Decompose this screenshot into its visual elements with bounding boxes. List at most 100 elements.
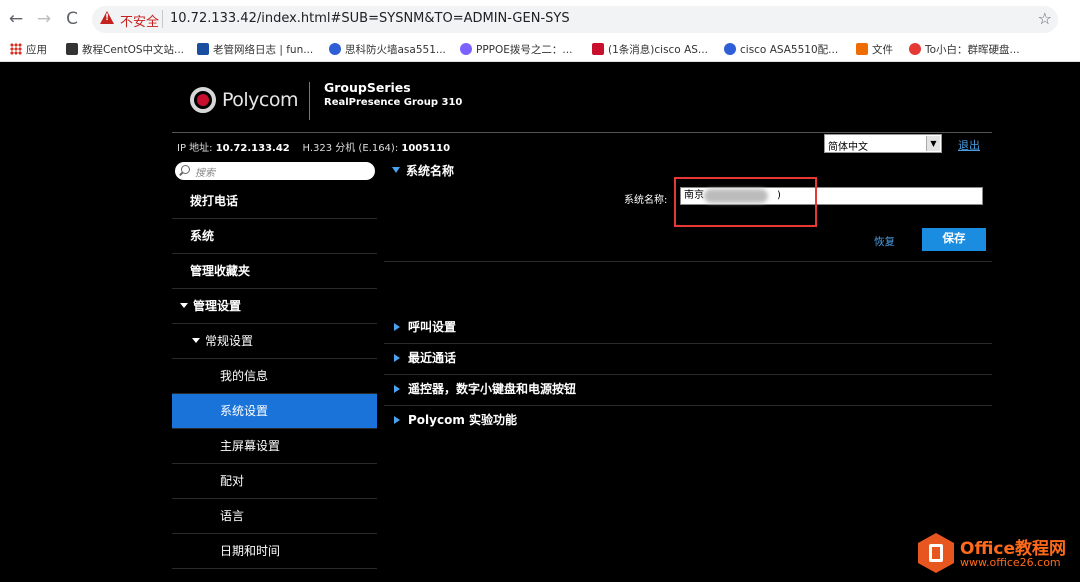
section-title: 最近通话 [408, 351, 457, 365]
sidebar-item-my-info[interactable]: 我的信息 [172, 359, 377, 394]
sidebar-item-label: 我的信息 [220, 369, 269, 383]
section-header-system-name[interactable]: 系统名称 [384, 158, 454, 184]
sidebar-item-admin-settings[interactable]: 管理设置 [172, 289, 377, 324]
url-text: 10.72.133.42/index.html#SUB=SYSNM&TO=ADM… [170, 11, 570, 26]
info-bar: IP 地址: 10.72.133.42 H.323 分机 (E.164): 10… [172, 132, 992, 156]
sidebar-item-system[interactable]: 系统 [172, 219, 377, 254]
bookmark-label: 应用 [26, 44, 47, 56]
bookmark-label: To小白：群晖硬盘... [925, 44, 1020, 56]
avatar-icon [909, 43, 921, 55]
bookmark-item[interactable]: 文件 [856, 42, 893, 57]
watermark-url: www.office26.com [960, 556, 1061, 569]
sidebar-item-system-settings[interactable]: 系统设置 [172, 394, 377, 429]
bookmark-label: (1条消息)cisco AS... [608, 44, 708, 56]
sidebar-item-label: 拨打电话 [190, 194, 239, 208]
system-name-label: 系统名称: [624, 195, 668, 206]
revert-link[interactable]: 恢复 [874, 234, 895, 249]
bookmark-label: PPPOE拨号之二：... [476, 44, 573, 56]
bookmark-item[interactable]: 思科防火墙asa551... [329, 42, 446, 57]
expand-triangle-icon [394, 354, 400, 362]
bookmark-label: 文件 [872, 44, 893, 56]
section-title: 系统名称 [406, 164, 455, 178]
bookmark-star-icon[interactable]: ☆ [1038, 9, 1052, 28]
logout-link[interactable]: 退出 [958, 137, 980, 153]
section-call-settings[interactable]: 呼叫设置 [384, 314, 992, 344]
expand-triangle-icon [394, 416, 400, 424]
ip-label: IP 地址: [177, 143, 213, 154]
url-field[interactable]: 不安全 10.72.133.42/index.html#SUB=SYSNM&TO… [92, 6, 1058, 33]
ip-value: 10.72.133.42 [215, 143, 290, 154]
browser-address-bar: ← → C 不安全 10.72.133.42/index.html#SUB=SY… [0, 0, 1080, 38]
section-title: 呼叫设置 [408, 320, 457, 334]
sidebar-item-general-settings[interactable]: 常规设置 [172, 324, 377, 359]
sidebar-item-label: 系统设置 [220, 404, 269, 418]
expand-triangle-icon [394, 323, 400, 331]
forward-arrow-icon[interactable]: → [34, 8, 54, 30]
paw-icon [329, 43, 341, 55]
polycom-logo-icon [190, 87, 216, 113]
url-divider [162, 10, 163, 28]
system-info: IP 地址: 10.72.133.42 H.323 分机 (E.164): 10… [177, 139, 450, 154]
bookmark-item[interactable]: 教程CentOS中文站... [66, 42, 184, 57]
product-name: GroupSeries [324, 80, 411, 95]
search-icon [181, 165, 190, 174]
sidebar-item-place-call[interactable]: 拨打电话 [172, 184, 377, 219]
highlight-box [674, 177, 817, 227]
bookmark-label: 老管网络日志 | fun... [213, 44, 314, 56]
sidebar-item-label: 语言 [220, 509, 245, 523]
terminal-icon [66, 43, 78, 55]
apps-grid-icon [10, 43, 22, 55]
sidebar-item-manage-favorites[interactable]: 管理收藏夹 [172, 254, 377, 289]
expand-triangle-icon [394, 385, 400, 393]
section-title: Polycom 实验功能 [408, 413, 518, 427]
sidebar-item-language[interactable]: 语言 [172, 499, 377, 534]
expand-triangle-icon [180, 303, 188, 308]
section-remote-keypad-power[interactable]: 遥控器，数字小键盘和电源按钮 [384, 376, 992, 406]
csdn-icon [592, 43, 604, 55]
language-value: 简体中文 [828, 142, 868, 153]
bookmark-label: 教程CentOS中文站... [82, 44, 185, 56]
search-input[interactable]: 搜索 [175, 162, 375, 180]
sidebar-item-label: 主屏幕设置 [220, 439, 281, 453]
flag-icon [856, 43, 868, 55]
chevron-down-icon: ▼ [926, 136, 940, 151]
sidebar-item-label: 系统 [190, 229, 215, 243]
sidebar-item-label: 管理设置 [193, 299, 242, 313]
bookmark-apps[interactable]: 应用 [10, 42, 47, 57]
bookmark-item[interactable]: cisco ASA5510配... [724, 42, 838, 57]
paw-icon [724, 43, 736, 55]
bookmark-item[interactable]: PPPOE拨号之二：... [460, 42, 572, 57]
sidebar-item-label: 配对 [220, 474, 245, 488]
sidebar-item-date-time[interactable]: 日期和时间 [172, 534, 377, 569]
expand-triangle-icon [192, 338, 200, 343]
warning-icon [100, 11, 114, 24]
save-button[interactable]: 保存 [922, 228, 986, 251]
bookmark-item[interactable]: To小白：群晖硬盘... [909, 42, 1020, 57]
sidebar-item-pairing[interactable]: 配对 [172, 464, 377, 499]
language-select[interactable]: 简体中文 ▼ [824, 134, 942, 153]
reload-icon[interactable]: C [62, 8, 82, 30]
polycom-admin-app: Polycom GroupSeries RealPresence Group 3… [0, 62, 1080, 582]
bookmark-item[interactable]: 老管网络日志 | fun... [197, 42, 313, 57]
system-name-section: 系统名称 系统名称: 南京) 恢复 保存 [384, 158, 992, 262]
search-placeholder: 搜索 [195, 168, 215, 179]
bookmark-label: 思科防火墙asa551... [345, 44, 446, 56]
section-recent-calls[interactable]: 最近通话 [384, 345, 992, 375]
section-polycom-labs[interactable]: Polycom 实验功能 [384, 407, 992, 437]
h323-label: H.323 分机 (E.164): [302, 143, 399, 154]
collapse-triangle-icon [392, 167, 400, 173]
header-divider [309, 82, 310, 120]
sidebar-item-label: 常规设置 [205, 334, 254, 348]
section-title: 遥控器，数字小键盘和电源按钮 [408, 382, 577, 396]
bookmark-item[interactable]: (1条消息)cisco AS... [592, 42, 708, 57]
blog-icon [197, 43, 209, 55]
bookmark-label: cisco ASA5510配... [740, 44, 839, 56]
globe-icon [460, 43, 472, 55]
back-arrow-icon[interactable]: ← [6, 8, 26, 30]
insecure-label: 不安全 [120, 15, 160, 30]
sidebar-item-label: 日期和时间 [220, 544, 281, 558]
sidebar-item-home-screen[interactable]: 主屏幕设置 [172, 429, 377, 464]
bookmarks-bar: 应用 教程CentOS中文站... 老管网络日志 | fun... 思科防火墙a… [0, 38, 1080, 62]
product-model: RealPresence Group 310 [324, 97, 463, 108]
h323-value: 1005110 [401, 143, 451, 154]
